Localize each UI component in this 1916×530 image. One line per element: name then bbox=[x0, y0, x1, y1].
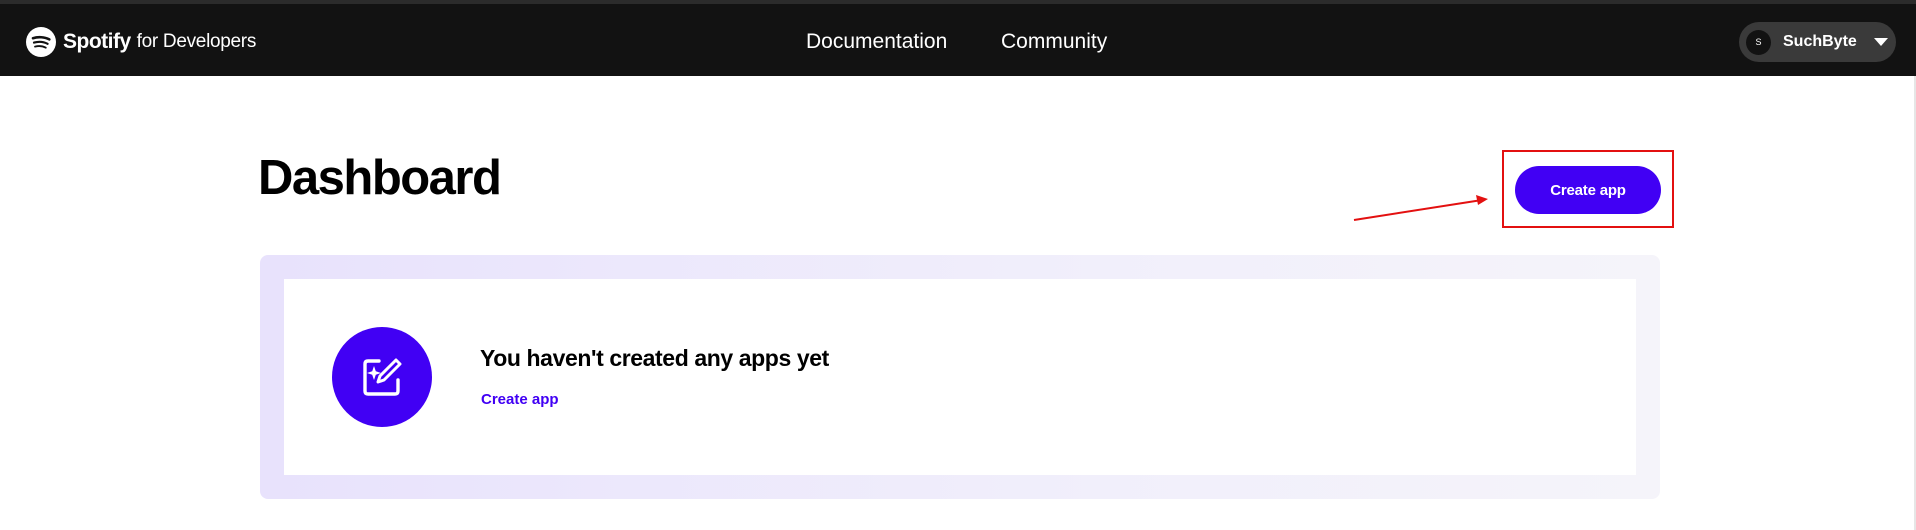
edit-sparkle-glyph-icon bbox=[363, 358, 402, 396]
annotation-arrow-icon bbox=[1353, 195, 1488, 221]
page-title: Dashboard bbox=[258, 151, 502, 205]
caret-down-icon bbox=[1873, 38, 1888, 46]
logo-subtitle: for Developers bbox=[136, 31, 257, 52]
spotify-for-developers-logo[interactable]: Spotify for Developers bbox=[26, 26, 256, 58]
nav-link-documentation[interactable]: Documentation bbox=[806, 30, 947, 54]
avatar: S bbox=[1746, 29, 1771, 55]
empty-state-panel: You haven't created any apps yet Create … bbox=[260, 255, 1660, 499]
logo-wordmark: Spotify bbox=[63, 30, 131, 53]
nav-link-community[interactable]: Community bbox=[1001, 30, 1107, 54]
user-menu-button[interactable]: S SuchByte bbox=[1739, 22, 1896, 62]
empty-state-card: You haven't created any apps yet Create … bbox=[284, 279, 1636, 475]
spotify-logo-icon bbox=[26, 27, 56, 57]
user-name: SuchByte bbox=[1783, 33, 1857, 50]
create-app-link[interactable]: Create app bbox=[481, 391, 559, 408]
top-navbar: Spotify for Developers Documentation Com… bbox=[0, 4, 1916, 76]
edit-sparkle-icon bbox=[332, 327, 432, 427]
empty-state-title: You haven't created any apps yet bbox=[480, 345, 829, 371]
create-app-button[interactable]: Create app bbox=[1515, 166, 1661, 214]
